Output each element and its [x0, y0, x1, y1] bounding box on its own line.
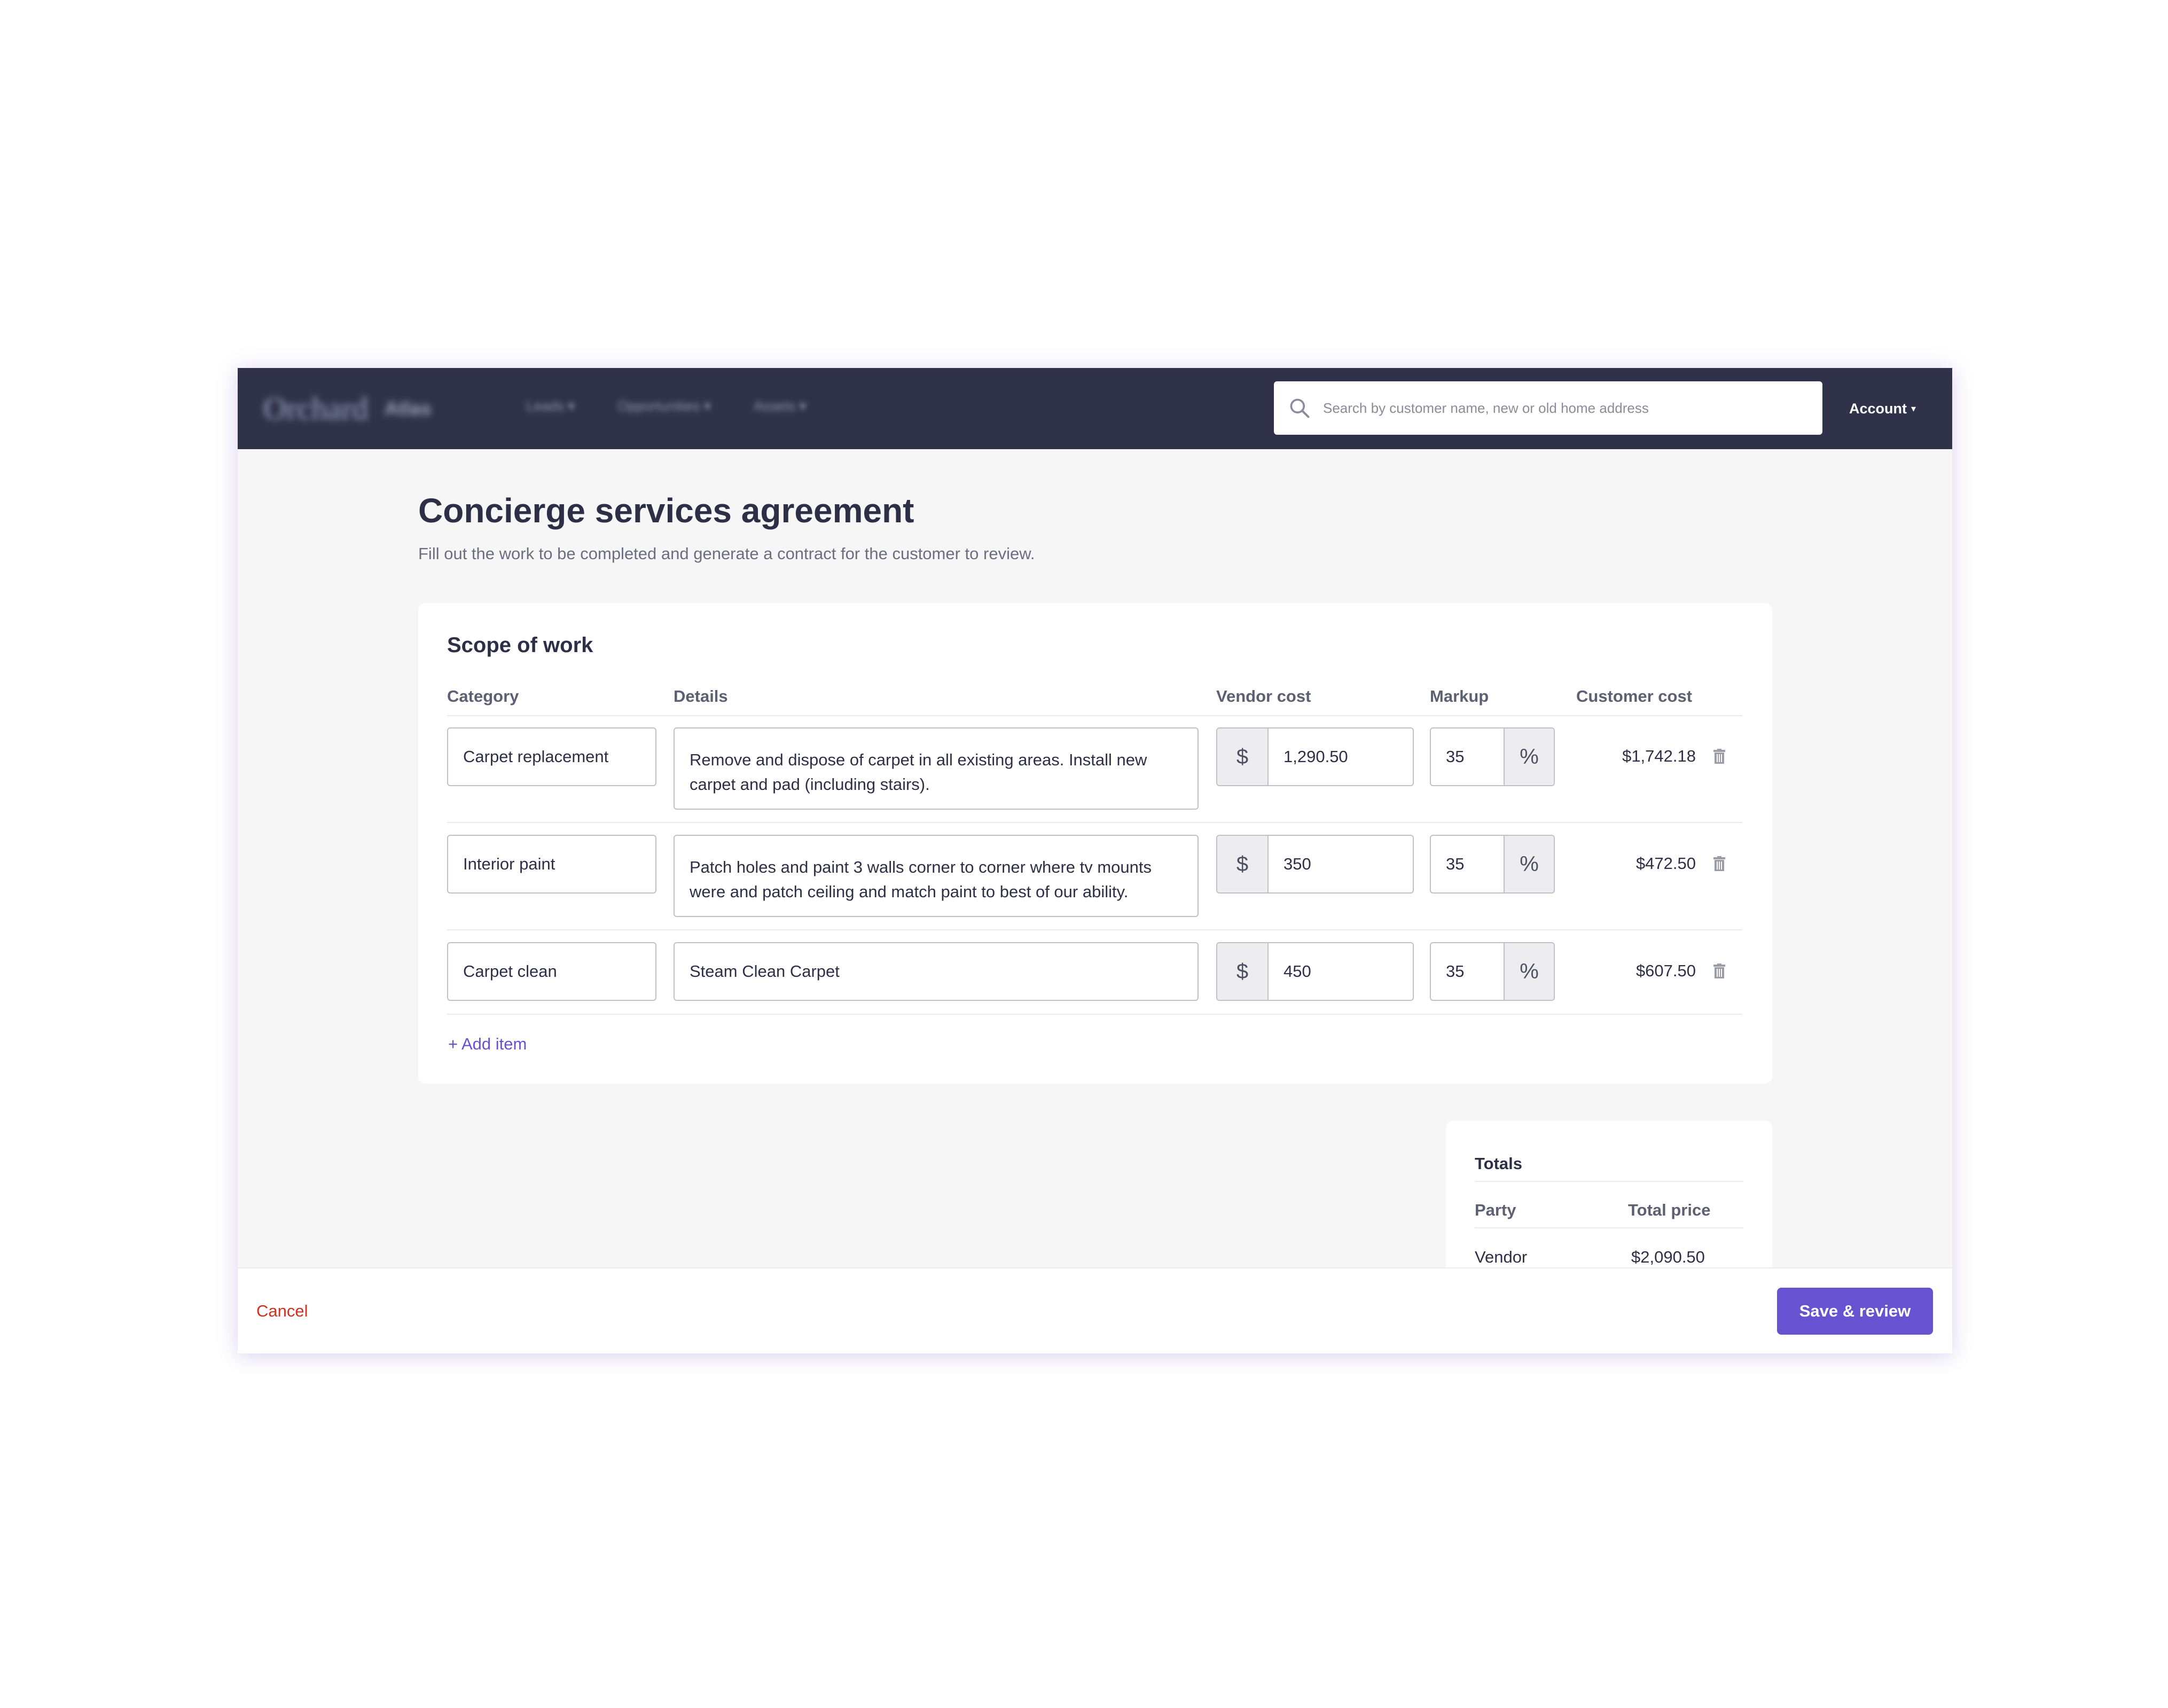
row-divider [447, 822, 1742, 823]
search-icon [1290, 398, 1310, 418]
column-header-customer-cost: Customer cost [1576, 687, 1693, 706]
percent-icon: % [1504, 728, 1554, 785]
nav-link-opportunities[interactable]: Opportunities ▾ [617, 398, 711, 414]
scope-title: Scope of work [447, 633, 593, 657]
totals-header-total-price: Total price [1628, 1201, 1711, 1219]
markup-value: 35 [1446, 962, 1465, 981]
column-header-category: Category [447, 687, 519, 706]
markup-input[interactable]: 35 % [1430, 942, 1555, 1001]
totals-price: $2,090.50 [1631, 1248, 1705, 1266]
details-value: Remove and dispose of carpet in all exis… [690, 750, 1147, 794]
details-textarea[interactable]: Steam Clean Carpet [674, 942, 1199, 1001]
category-value: Interior paint [463, 855, 555, 873]
logo-text: Orchard [263, 390, 369, 426]
header-divider [447, 715, 1742, 716]
markup-input[interactable]: 35 % [1430, 835, 1555, 894]
totals-party: Vendor [1475, 1248, 1528, 1266]
nav-link-leads[interactable]: Leads ▾ [526, 398, 575, 414]
dollar-icon: $ [1217, 943, 1269, 1000]
category-input[interactable]: Interior paint [447, 835, 656, 894]
markup-input[interactable]: 35 % [1430, 727, 1555, 786]
top-nav: Orchard Atlas Leads ▾ Opportunities ▾ As… [238, 368, 1952, 449]
details-textarea[interactable]: Patch holes and paint 3 walls corner to … [674, 835, 1199, 917]
customer-cost: $1,742.18 [1622, 747, 1696, 765]
search-input[interactable] [1323, 399, 1804, 417]
markup-value: 35 [1446, 855, 1465, 873]
page-subtitle: Fill out the work to be completed and ge… [418, 544, 1035, 563]
action-footer: Cancel Save & review [238, 1267, 1952, 1353]
row-divider [447, 1014, 1742, 1015]
details-value: Steam Clean Carpet [690, 962, 840, 981]
percent-icon: % [1504, 943, 1554, 1000]
totals-divider [1475, 1181, 1743, 1182]
markup-value: 35 [1446, 747, 1465, 766]
scope-of-work-card: Scope of work Category Details Vendor co… [418, 603, 1772, 1084]
vendor-cost-value: 350 [1283, 855, 1311, 873]
column-header-vendor-cost: Vendor cost [1216, 687, 1311, 706]
search-bar[interactable] [1274, 381, 1822, 435]
category-value: Carpet clean [463, 962, 557, 981]
nav-link-label: Leads [526, 398, 564, 414]
percent-icon: % [1504, 836, 1554, 892]
customer-cost: $472.50 [1635, 854, 1696, 873]
vendor-cost-input[interactable]: $ 1,290.50 [1216, 727, 1414, 786]
customer-cost: $607.50 [1635, 961, 1696, 980]
totals-header-party: Party [1475, 1201, 1516, 1219]
trash-icon[interactable] [1713, 963, 1725, 978]
page-title: Concierge services agreement [418, 491, 914, 530]
row-divider [447, 929, 1742, 930]
logo[interactable]: Orchard Atlas [263, 389, 432, 428]
add-item-label: + Add item [448, 1035, 527, 1053]
category-value: Carpet replacement [463, 747, 609, 766]
dollar-icon: $ [1217, 728, 1269, 785]
vendor-cost-input[interactable]: $ 350 [1216, 835, 1414, 894]
totals-title: Totals [1475, 1154, 1522, 1173]
trash-icon[interactable] [1713, 749, 1725, 764]
nav-link-assets[interactable]: Assets ▾ [754, 398, 806, 414]
account-menu[interactable]: Account ▾ [1849, 395, 1916, 422]
category-input[interactable]: Carpet replacement [447, 727, 656, 786]
vendor-cost-input[interactable]: $ 450 [1216, 942, 1414, 1001]
vendor-cost-value: 450 [1283, 962, 1311, 981]
totals-divider [1475, 1227, 1743, 1228]
vendor-cost-value: 1,290.50 [1283, 747, 1348, 766]
add-item-button[interactable]: + Add item [448, 1035, 527, 1054]
nav-link-label: Assets [754, 398, 796, 414]
category-input[interactable]: Carpet clean [447, 942, 656, 1001]
logo-subtext: Atlas [384, 397, 432, 419]
account-label: Account [1849, 400, 1907, 417]
details-textarea[interactable]: Remove and dispose of carpet in all exis… [674, 727, 1199, 810]
chevron-down-icon: ▾ [1911, 403, 1916, 414]
dollar-icon: $ [1217, 836, 1269, 892]
column-header-markup: Markup [1430, 687, 1489, 706]
nav-link-label: Opportunities [617, 398, 700, 414]
details-value: Patch holes and paint 3 walls corner to … [690, 858, 1152, 901]
nav-links: Leads ▾ Opportunities ▾ Assets ▾ [526, 398, 806, 414]
column-header-details: Details [674, 687, 728, 706]
save-and-review-button[interactable]: Save & review [1777, 1288, 1933, 1335]
trash-icon[interactable] [1713, 856, 1725, 871]
cancel-button[interactable]: Cancel [256, 1302, 308, 1321]
app-window: Orchard Atlas Leads ▾ Opportunities ▾ As… [238, 368, 1952, 1353]
